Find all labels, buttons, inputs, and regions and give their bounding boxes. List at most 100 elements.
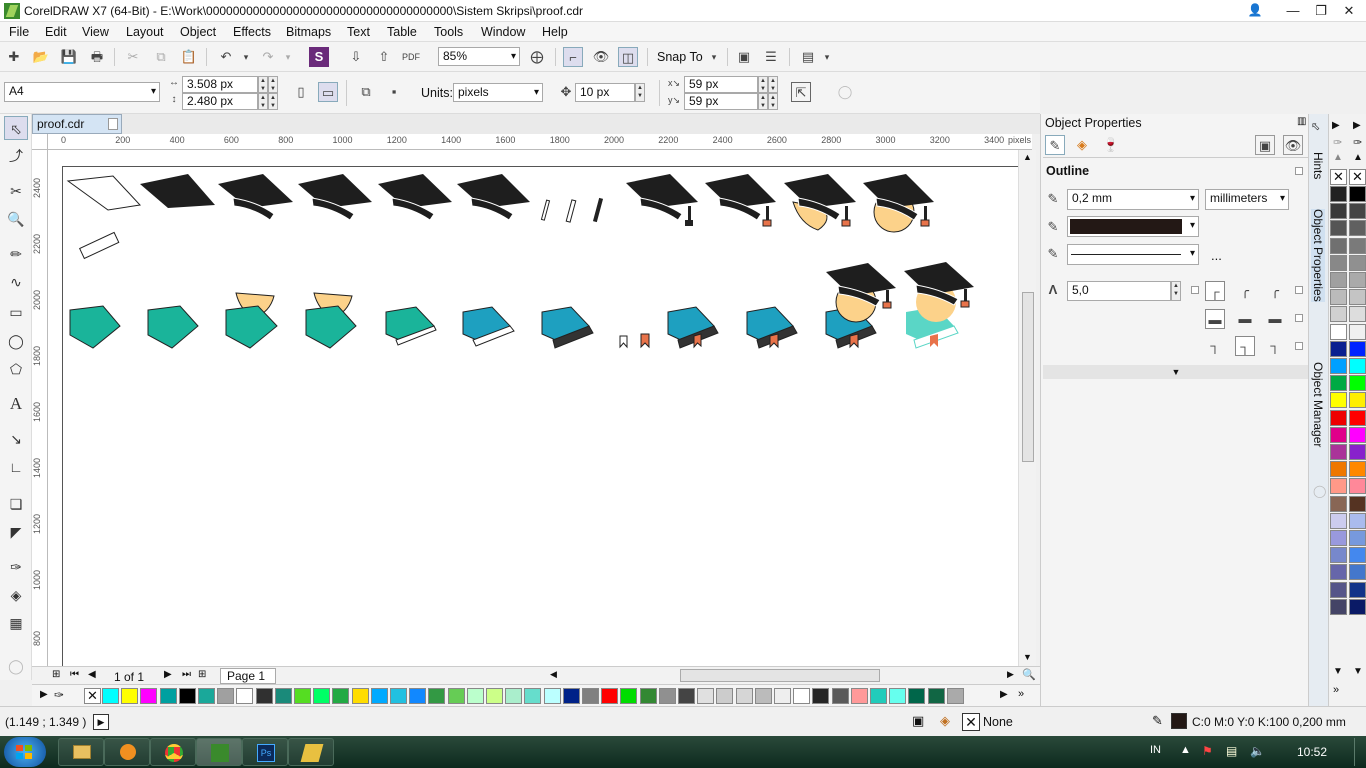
rpalette-color-swatch[interactable] <box>1349 530 1366 546</box>
rpalette-eyedropper2-icon[interactable]: ✑ <box>1353 136 1362 149</box>
color-swatch[interactable] <box>102 688 119 704</box>
snap-to-dropdown-icon[interactable]: ▾ <box>704 47 724 67</box>
color-swatch[interactable] <box>658 688 676 704</box>
outline-status-icon[interactable]: ✎ <box>1152 713 1163 729</box>
rpalette-color-swatch[interactable] <box>1330 426 1347 443</box>
side-tab-hints[interactable]: Hints <box>1311 152 1325 179</box>
rpalette-scroll-down-icon[interactable]: ▼ <box>1333 666 1343 677</box>
welcome-screen-icon[interactable]: ▣ <box>734 47 754 67</box>
color-swatch[interactable] <box>524 688 542 704</box>
close-button[interactable]: ✕ <box>1336 1 1362 20</box>
drop-shadow-tool-icon[interactable]: ❏ <box>4 492 28 516</box>
rpalette-color-swatch[interactable] <box>1349 203 1366 220</box>
rpalette-color-swatch[interactable] <box>1330 254 1347 271</box>
tab-close-icon[interactable] <box>108 118 118 130</box>
smart-fill-tool-icon[interactable]: ▦ <box>4 611 28 635</box>
rpalette-color-swatch[interactable] <box>1330 461 1347 478</box>
scroll-right-icon[interactable]: ▶ <box>1007 669 1014 680</box>
transparency-tab-icon[interactable]: 🍷 <box>1101 135 1121 155</box>
rpalette-color-swatch[interactable] <box>1349 289 1366 306</box>
first-page-icon[interactable]: ⏮ <box>70 669 79 680</box>
cap-round-icon[interactable]: ▬ <box>1235 309 1255 329</box>
tray-network-icon[interactable]: ▤ <box>1226 744 1237 758</box>
menu-view[interactable]: View <box>82 25 109 39</box>
ellipse-tool-icon[interactable]: ◯ <box>4 329 28 353</box>
horizontal-scroll-thumb[interactable] <box>680 669 880 682</box>
rpalette-color-swatch[interactable] <box>1349 272 1366 288</box>
scroll-down-icon[interactable]: ▼ <box>1023 652 1032 662</box>
previous-page-icon[interactable]: ◀ <box>88 669 96 680</box>
rpalette-color-swatch[interactable] <box>1349 495 1366 512</box>
summary-tab-icon[interactable]: 👁 <box>1283 135 1303 155</box>
interactive-fill-tool-icon[interactable]: ◈ <box>4 583 28 607</box>
outline-more-button[interactable]: ... <box>1211 248 1222 263</box>
color-swatch[interactable] <box>428 688 446 704</box>
page-height-lock[interactable]: ▲ ▼ <box>268 93 278 110</box>
artistic-media-tool-icon[interactable]: ∿ <box>4 270 28 294</box>
color-swatch[interactable] <box>178 688 196 704</box>
rpalette-color-swatch[interactable] <box>1330 306 1347 323</box>
open-folder-icon[interactable]: 📂 <box>31 47 51 67</box>
color-swatch[interactable] <box>870 688 887 704</box>
undo-dropdown-icon[interactable]: ▾ <box>236 47 256 67</box>
application-launcher-icon[interactable]: ▤ <box>798 47 818 67</box>
color-swatch[interactable] <box>601 688 619 704</box>
miter-lock-toggle[interactable] <box>1191 286 1199 294</box>
vertical-ruler[interactable]: 2400 2200 2000 1800 1600 1400 1200 1000 800 <box>32 150 48 666</box>
rpalette-color-swatch[interactable] <box>1349 254 1366 271</box>
color-swatch[interactable] <box>140 688 158 704</box>
shape-tool-icon[interactable]: ⤴ <box>4 144 28 168</box>
connector-tool-icon[interactable]: ∟ <box>4 455 28 479</box>
eyedropper-tool-icon[interactable]: ✑ <box>4 555 28 579</box>
caps-toggle[interactable] <box>1295 314 1303 322</box>
rpalette-color-swatch[interactable] <box>1349 340 1366 357</box>
duplicate-y-field[interactable]: 59 px <box>684 93 758 110</box>
status-play-icon[interactable]: ▶ <box>93 714 109 730</box>
portrait-icon[interactable]: ▯ <box>291 82 311 102</box>
outline-width-select[interactable]: 0,2 mm <box>1067 189 1199 210</box>
rectangle-tool-icon[interactable]: ▭ <box>4 300 28 324</box>
current-page-icon[interactable]: ▪ <box>384 82 404 102</box>
menu-text[interactable]: Text <box>347 25 370 39</box>
color-swatch[interactable] <box>946 688 964 704</box>
rpalette-color-swatch[interactable] <box>1349 564 1366 581</box>
zoom-to-page-icon[interactable]: ⨁ <box>527 47 547 67</box>
color-proofing-icon[interactable]: ▣ <box>912 713 924 729</box>
rpalette-color-swatch[interactable] <box>1330 547 1347 564</box>
units-select[interactable]: pixels <box>453 83 543 102</box>
page-width-field[interactable]: 3.508 px <box>182 76 258 93</box>
add-page-after-icon[interactable]: ⊞ <box>198 669 206 680</box>
rpalette-up-icon[interactable]: ▶ <box>1332 120 1340 131</box>
color-swatch[interactable] <box>543 688 561 704</box>
rpalette-color-swatch[interactable] <box>1349 186 1366 202</box>
cut-icon[interactable]: ✂ <box>123 47 143 67</box>
rpalette-color-swatch[interactable] <box>1349 461 1366 478</box>
menu-edit[interactable]: Edit <box>45 25 67 39</box>
rpalette-color-swatch[interactable] <box>1330 358 1347 374</box>
outline-color-picker[interactable] <box>1067 216 1199 237</box>
color-swatch[interactable] <box>562 688 580 704</box>
vertical-scroll-thumb[interactable] <box>1022 292 1034 462</box>
horizontal-ruler[interactable]: 0 200 400 600 800 1000 1200 1400 1600 1800 2000 220… <box>48 134 1032 150</box>
rpalette-color-swatch[interactable] <box>1349 306 1366 323</box>
corner-round-icon[interactable]: ╭ <box>1235 281 1255 301</box>
color-swatch[interactable] <box>735 688 753 704</box>
quick-customize-icon[interactable]: ◯ <box>835 82 855 102</box>
nudge-distance-field[interactable]: 10 px <box>575 83 635 102</box>
rpalette-color-swatch[interactable] <box>1349 547 1366 564</box>
add-page-before-icon[interactable]: ⊞ <box>52 669 60 680</box>
transparency-tool-icon[interactable]: ◤ <box>4 520 28 544</box>
tray-volume-icon[interactable]: 🔈 <box>1250 744 1265 758</box>
cap-square-icon[interactable]: ▬ <box>1265 309 1285 329</box>
rpalette-color-swatch[interactable] <box>1330 392 1347 409</box>
color-swatch[interactable] <box>697 688 715 704</box>
copy-icon[interactable]: ⧉ <box>151 47 171 67</box>
position-toggle[interactable] <box>1295 342 1303 350</box>
rpalette-color-swatch[interactable] <box>1349 581 1366 598</box>
toolbox-customize-icon[interactable]: ◯ <box>4 654 28 678</box>
rpalette-color-swatch[interactable] <box>1330 323 1347 340</box>
color-swatch[interactable] <box>466 688 484 704</box>
drawing-canvas[interactable] <box>48 150 1018 666</box>
docker-pin-icon[interactable]: ▥ <box>1297 116 1306 127</box>
ruler-origin[interactable] <box>32 134 48 150</box>
